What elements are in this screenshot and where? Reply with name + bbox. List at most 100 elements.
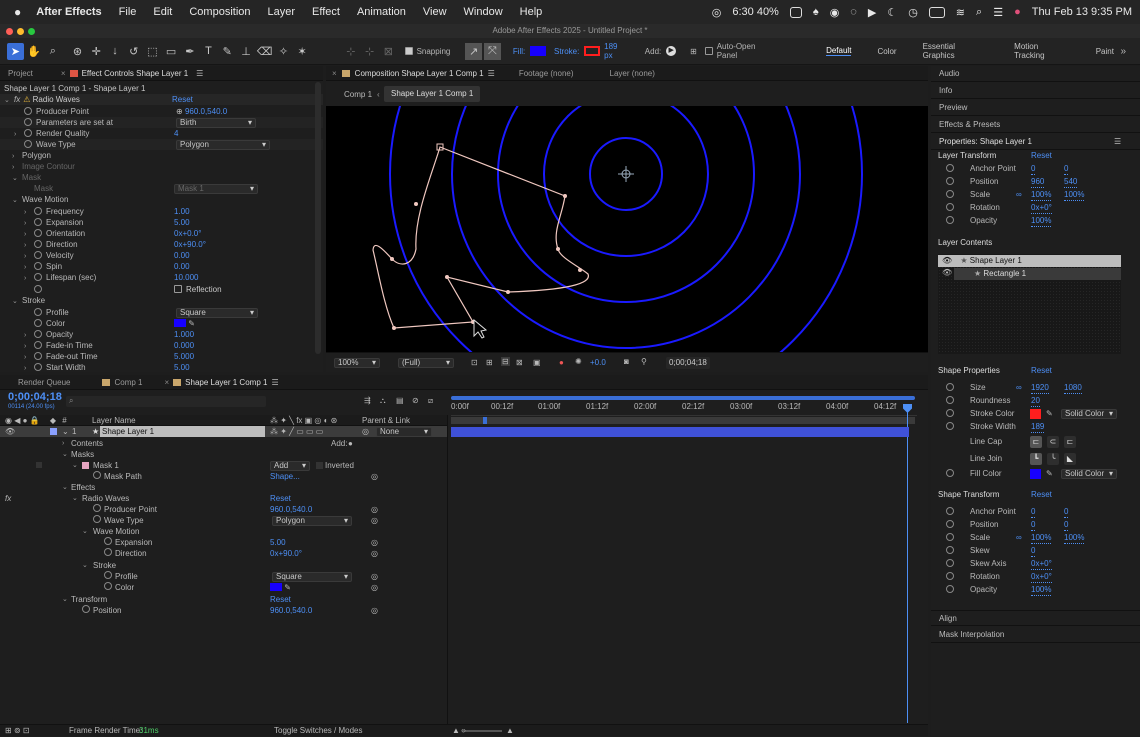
stopwatch-icon[interactable] xyxy=(24,140,32,148)
stopwatch-icon[interactable] xyxy=(946,559,954,567)
breadcrumb-comp1[interactable]: Comp 1 xyxy=(344,90,372,99)
dolly-tool-icon[interactable]: ↓ xyxy=(107,43,124,60)
property-group-label[interactable]: Mask 1 xyxy=(93,460,119,471)
stopwatch-icon[interactable] xyxy=(24,129,32,137)
stopwatch-icon[interactable] xyxy=(946,409,954,417)
layer-name[interactable]: Shape Layer 1 xyxy=(100,426,265,437)
expression-icon[interactable]: ◎ xyxy=(371,582,378,593)
lt-anchor-y[interactable]: 0 xyxy=(1064,163,1069,175)
mask-mode-dropdown[interactable]: Add xyxy=(270,461,310,471)
exposure-value[interactable]: +0.0 xyxy=(590,358,606,367)
stopwatch-icon[interactable] xyxy=(82,605,90,613)
square-cap-icon[interactable]: ⊏ xyxy=(1064,436,1076,448)
direction-value[interactable]: 0x+90.0° xyxy=(270,548,302,559)
round-cap-icon[interactable]: ⊂ xyxy=(1047,436,1059,448)
menu-effect[interactable]: Effect xyxy=(312,6,340,18)
comp-timecode[interactable]: 0;00;04;18 xyxy=(666,357,710,369)
workspace-motion-tracking[interactable]: Motion Tracking xyxy=(1014,42,1070,60)
link-icon[interactable]: ∞ xyxy=(1016,532,1022,544)
expansion-value[interactable]: 5.00 xyxy=(270,537,286,548)
draft-3d-icon[interactable]: ⇶ xyxy=(364,396,371,405)
st-position-x[interactable]: 0 xyxy=(1031,519,1036,531)
stopwatch-icon[interactable] xyxy=(34,308,42,316)
add-icon[interactable]: ▶ xyxy=(666,46,677,56)
show-snapshot-icon[interactable]: ⚲ xyxy=(641,357,647,366)
tab-effect-controls[interactable]: Effect Controls Shape Layer 1 xyxy=(82,66,197,81)
add-content-icon[interactable]: ● xyxy=(348,438,353,449)
search-icon[interactable]: ⌕ xyxy=(976,6,982,19)
transparency-grid-icon[interactable]: ⊞ xyxy=(486,358,493,367)
property-group-label[interactable]: Contents xyxy=(71,438,103,449)
breadcrumb-current[interactable]: Shape Layer 1 Comp 1 xyxy=(384,86,481,102)
color-swatch[interactable] xyxy=(270,583,282,591)
snapshot-icon[interactable]: ◙ xyxy=(624,357,629,366)
property-group-label[interactable]: Wave Motion xyxy=(93,526,139,537)
property-group-label[interactable]: Radio Waves xyxy=(82,493,129,504)
hand-tool-icon[interactable]: ✋ xyxy=(26,43,43,60)
stroke-swatch[interactable] xyxy=(584,46,601,56)
stopwatch-icon[interactable] xyxy=(34,229,42,237)
tab-composition[interactable]: Composition Shape Layer 1 Comp 1 xyxy=(355,66,488,81)
axis-world-icon[interactable]: ⊹ xyxy=(361,43,378,60)
st-anchor-x[interactable]: 0 xyxy=(1031,506,1036,518)
screen-record-icon[interactable] xyxy=(789,6,802,18)
stopwatch-icon[interactable] xyxy=(34,262,42,270)
st-anchor-y[interactable]: 0 xyxy=(1064,506,1069,518)
render-quality-value[interactable]: 4 xyxy=(174,128,178,139)
st-rotation[interactable]: 0x+0° xyxy=(1031,571,1052,583)
stopwatch-icon[interactable] xyxy=(24,118,32,126)
stopwatch-icon[interactable] xyxy=(34,207,42,215)
stopwatch-icon[interactable] xyxy=(93,504,101,512)
history-icon[interactable]: ◷ xyxy=(908,6,918,19)
workspace-color[interactable]: Color xyxy=(877,47,896,56)
lock-toggle-icon[interactable]: 🔒 xyxy=(30,416,40,425)
link-icon[interactable]: ∞ xyxy=(1016,382,1022,394)
lt-scale-x[interactable]: 100% xyxy=(1031,189,1052,201)
close-tab-icon[interactable]: × xyxy=(165,378,170,387)
comp-flowchart-icon[interactable]: ⊞ xyxy=(5,726,12,735)
orientation-value[interactable]: 0x+0.0° xyxy=(174,228,201,239)
eyedropper-icon[interactable]: ✎ xyxy=(284,583,291,592)
expression-icon[interactable]: ◎ xyxy=(371,515,378,526)
motion-blur-icon[interactable]: ⊘ xyxy=(412,396,419,405)
graph-editor-icon[interactable]: ⧄ xyxy=(428,396,433,406)
group-label[interactable]: Image Contour xyxy=(22,162,75,171)
panel-scrollbar[interactable] xyxy=(315,82,321,354)
audio-section[interactable]: Audio xyxy=(931,66,1140,82)
stopwatch-icon[interactable] xyxy=(946,469,954,477)
stopwatch-icon[interactable] xyxy=(946,546,954,554)
stroke-color-swatch[interactable] xyxy=(1030,409,1041,419)
pickwhip-icon[interactable]: ◎ xyxy=(362,426,369,437)
radio-waves-effect-row[interactable]: ⌄ fx ⚠ Radio Waves xyxy=(4,94,80,105)
close-tab-icon[interactable]: × xyxy=(61,69,66,78)
eyedropper-icon[interactable]: ✎ xyxy=(1046,468,1053,480)
layer-label-color[interactable] xyxy=(50,428,57,435)
layer-duration-bar[interactable] xyxy=(451,427,909,437)
time-ruler[interactable]: 0:00f 00:12f 01:00f 01:12f 02:00f 02:12f… xyxy=(451,402,917,416)
stopwatch-icon[interactable] xyxy=(34,341,42,349)
clone-stamp-tool-icon[interactable]: ⊥ xyxy=(238,43,255,60)
transform-reset-link[interactable]: Reset xyxy=(270,594,291,605)
zoom-window-button[interactable] xyxy=(28,28,35,35)
fit-icon[interactable]: ⊡ xyxy=(471,358,478,367)
stopwatch-icon[interactable] xyxy=(946,216,954,224)
creative-cloud-icon[interactable]: ◎ xyxy=(712,6,722,19)
st-skew[interactable]: 0 xyxy=(1031,545,1036,557)
tab-footage[interactable]: Footage (none) xyxy=(511,66,582,81)
resolution-dropdown[interactable]: (Full) xyxy=(398,358,454,368)
menu-animation[interactable]: Animation xyxy=(357,6,406,18)
wifi-icon[interactable]: ≋ xyxy=(956,6,965,19)
stopwatch-icon[interactable] xyxy=(34,240,42,248)
stopwatch-icon[interactable] xyxy=(946,507,954,515)
stopwatch-icon[interactable] xyxy=(104,548,112,556)
preview-section[interactable]: Preview xyxy=(931,100,1140,116)
overflow-chevron-icon[interactable]: » xyxy=(1120,46,1126,57)
expression-icon[interactable]: ◎ xyxy=(371,471,378,482)
property-group-label[interactable]: Stroke xyxy=(93,560,116,571)
fill-swatch[interactable] xyxy=(530,46,546,56)
expression-icon[interactable]: ◎ xyxy=(371,605,378,616)
stopwatch-icon[interactable] xyxy=(93,515,101,523)
stopwatch-icon[interactable] xyxy=(24,107,32,115)
tab-render-queue[interactable]: Render Queue xyxy=(10,375,78,390)
composition-viewer[interactable] xyxy=(326,106,928,352)
